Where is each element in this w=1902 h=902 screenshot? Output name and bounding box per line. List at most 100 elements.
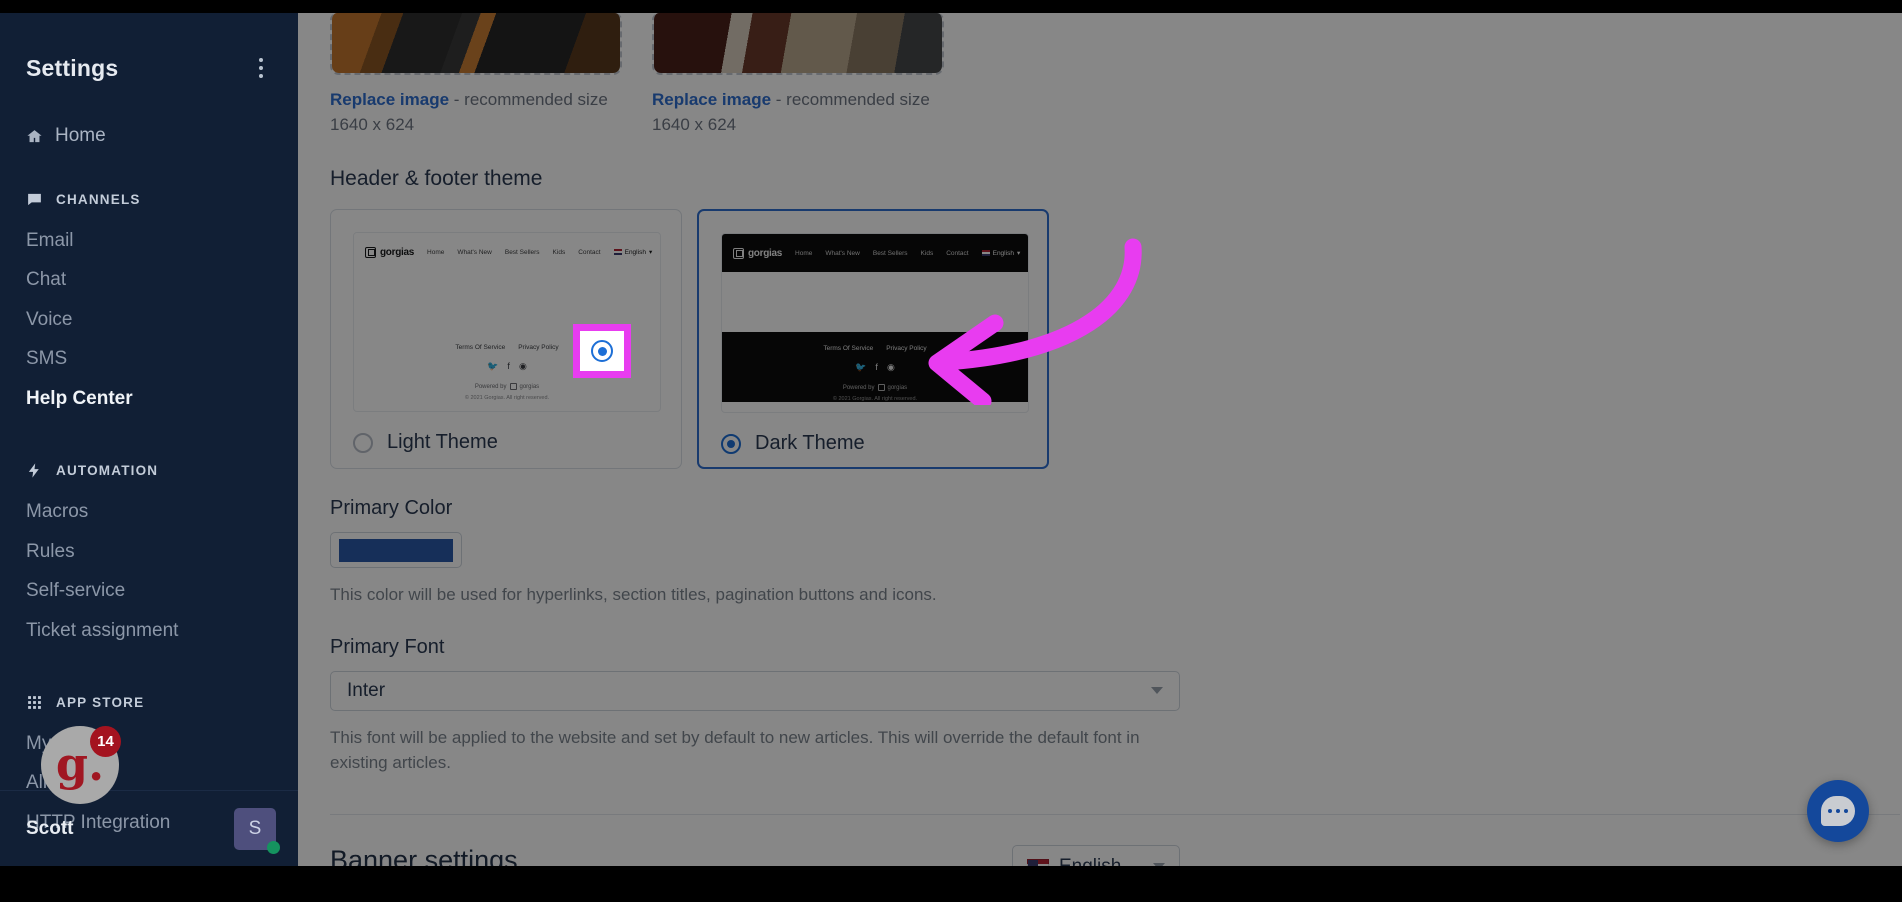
- preview-brand-logo: gorgias: [365, 246, 415, 258]
- banner-settings-header: Banner settings Add a banner background …: [330, 844, 1180, 866]
- user-name: Scott: [26, 817, 74, 839]
- sidebar-item-home[interactable]: Home: [0, 83, 298, 147]
- sidebar-item-chat[interactable]: Chat: [0, 260, 298, 299]
- primary-font-select[interactable]: Inter: [330, 670, 1180, 711]
- banner-language-value: English: [1059, 856, 1121, 866]
- preview-powered-by: Powered by gorgias: [354, 383, 660, 391]
- banner-image-card: Replace image - recommended size 1640 x …: [652, 13, 944, 137]
- highlight-box-inner: [580, 331, 624, 371]
- preview-nav-link: Home: [427, 248, 445, 256]
- application-window: Settings Home CHANNELS Email Chat Voice …: [0, 13, 1902, 866]
- gorgias-mark-icon: [877, 384, 885, 392]
- lightning-bolt-icon: [26, 462, 43, 479]
- kebab-menu-icon[interactable]: [250, 53, 272, 83]
- twitter-icon: 🐦: [855, 362, 867, 373]
- sidebar-section-automation: AUTOMATION Macros Rules Self-service Tic…: [0, 462, 298, 650]
- preview-brand-name: gorgias: [380, 246, 415, 258]
- banner-settings-title: Banner settings: [330, 844, 518, 866]
- theme-preview-light: gorgias Home What's New Best Sellers Kid…: [353, 232, 661, 413]
- sidebar-title: Settings: [26, 54, 119, 81]
- image-placeholder: [654, 13, 942, 73]
- light-theme-radio[interactable]: [353, 432, 373, 453]
- sidebar-item-email[interactable]: Email: [0, 221, 298, 260]
- dark-theme-label: Dark Theme: [755, 432, 865, 455]
- banner-image-card: Replace image - recommended size 1640 x …: [330, 13, 622, 137]
- banner-image-thumbnail[interactable]: [652, 13, 944, 75]
- dark-theme-radio[interactable]: [721, 433, 741, 454]
- primary-color-hint: This color will be used for hyperlinks, …: [330, 585, 937, 605]
- replace-image-link[interactable]: Replace image: [652, 90, 771, 109]
- us-flag-icon: [613, 249, 622, 256]
- settings-panel: Replace image - recommended size 1640 x …: [298, 13, 1902, 866]
- powered-by-text: Powered by: [842, 384, 875, 391]
- banner-image-row: Replace image - recommended size 1640 x …: [330, 13, 1902, 137]
- sidebar-user-row[interactable]: Scott S: [0, 790, 298, 866]
- preview-nav-link: What's New: [457, 248, 492, 256]
- chat-bubble-icon: [1821, 796, 1855, 826]
- sidebar-item-macros[interactable]: Macros: [0, 492, 298, 531]
- preview-footer-link: Terms Of Service: [823, 345, 874, 353]
- primary-color-title: Primary Color: [330, 497, 453, 520]
- sidebar-item-self-service[interactable]: Self-service: [0, 571, 298, 610]
- facebook-icon: f: [875, 362, 878, 373]
- primary-color-swatch: [339, 538, 453, 562]
- replace-image-caption: Replace image - recommended size 1640 x …: [652, 88, 944, 137]
- sidebar-item-sms[interactable]: SMS: [0, 339, 298, 378]
- preview-nav-link: Home: [795, 249, 813, 257]
- preview-nav-link: Best Sellers: [872, 249, 908, 257]
- sidebar-section-header: CHANNELS: [0, 191, 298, 208]
- primary-color-picker[interactable]: [330, 532, 462, 569]
- avatar-initial: S: [248, 817, 262, 839]
- letterbox-bottom: [0, 866, 1902, 902]
- main-content: Replace image - recommended size 1640 x …: [298, 13, 1902, 866]
- preview-language-label: English: [624, 248, 646, 256]
- gorgias-mark-icon: [365, 246, 376, 258]
- home-icon: [26, 128, 43, 145]
- banner-settings-text: Banner settings Add a banner background …: [330, 845, 907, 866]
- sidebar-item-help-center[interactable]: Help Center: [0, 379, 298, 418]
- gorgias-notification-badge[interactable]: g. 14: [41, 726, 121, 804]
- preview-language-selector: English ▾: [613, 248, 653, 257]
- sidebar-section-header: APP STORE: [0, 694, 298, 711]
- chevron-down-icon: [1151, 687, 1163, 695]
- gorgias-mark-icon: [509, 383, 517, 391]
- preview-nav-link: Best Sellers: [504, 248, 540, 256]
- chat-widget-button[interactable]: [1807, 780, 1869, 842]
- preview-nav-link: Contact: [578, 248, 601, 256]
- instagram-icon: ◉: [886, 362, 895, 373]
- sidebar-section-label: CHANNELS: [56, 192, 141, 207]
- preview-nav-link: What's New: [825, 249, 860, 257]
- banner-language-select[interactable]: English: [1012, 844, 1180, 866]
- chevron-down-icon: ▾: [648, 249, 653, 257]
- screenshot-root: Settings Home CHANNELS Email Chat Voice …: [0, 0, 1902, 902]
- primary-font-value: Inter: [347, 679, 386, 701]
- dark-theme-radio-highlighted[interactable]: [591, 340, 613, 362]
- theme-option-dark[interactable]: Dark Theme: [721, 432, 1025, 455]
- notification-count-badge: 14: [90, 726, 121, 757]
- highlight-box-dark-theme-radio: [573, 324, 631, 378]
- section-divider: [330, 813, 1900, 815]
- powered-by-text: Powered by: [474, 383, 507, 390]
- sidebar-item-label: Home: [55, 125, 106, 146]
- preview-footer-link: Terms Of Service: [455, 344, 506, 352]
- sidebar-item-ticket-assignment[interactable]: Ticket assignment: [0, 611, 298, 650]
- grid-apps-icon: [26, 694, 43, 711]
- header-footer-theme-title: Header & footer theme: [330, 167, 543, 191]
- powered-brand: gorgias: [519, 383, 540, 390]
- sidebar: Settings Home CHANNELS Email Chat Voice …: [0, 13, 298, 866]
- letterbox-top: [0, 0, 1902, 13]
- sidebar-header: Settings: [0, 13, 298, 83]
- sidebar-item-rules[interactable]: Rules: [0, 532, 298, 571]
- preview-brand-logo: gorgias: [733, 247, 782, 259]
- light-theme-label: Light Theme: [387, 431, 498, 454]
- curved-arrow-pointing-left: [928, 238, 1142, 405]
- sidebar-section-label: APP STORE: [56, 694, 145, 710]
- replace-image-link[interactable]: Replace image: [330, 90, 449, 109]
- theme-option-light[interactable]: Light Theme: [353, 431, 659, 454]
- sidebar-item-voice[interactable]: Voice: [0, 300, 298, 339]
- twitter-icon: 🐦: [487, 361, 499, 372]
- preview-footer-link: Privacy Policy: [518, 344, 559, 352]
- banner-image-thumbnail[interactable]: [330, 13, 622, 75]
- avatar[interactable]: S: [234, 807, 280, 854]
- replace-image-caption: Replace image - recommended size 1640 x …: [330, 88, 622, 137]
